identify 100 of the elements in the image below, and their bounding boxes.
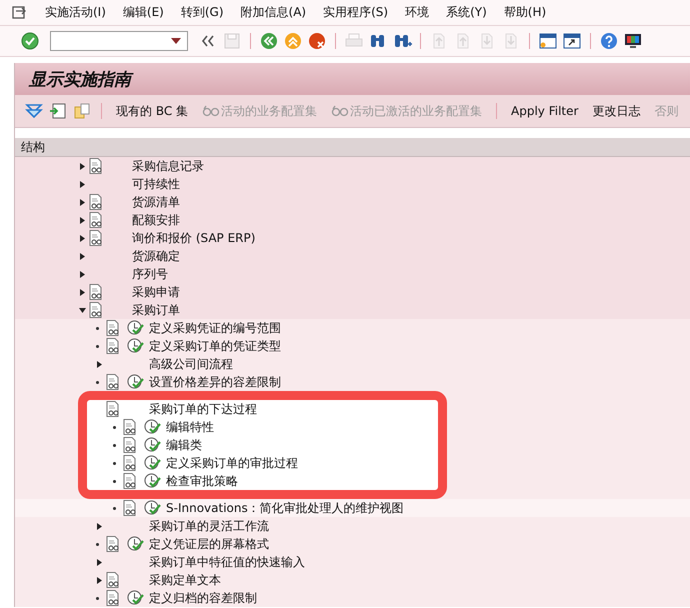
bullet-icon <box>96 542 99 546</box>
collapsed-arrow-icon[interactable] <box>96 558 103 566</box>
tree-item-label[interactable]: 编辑特性 <box>166 418 214 436</box>
menu-item[interactable]: 编辑(E) <box>122 4 164 21</box>
tree-item-label[interactable]: 询价和报价 (SAP ERP) <box>132 230 256 246</box>
document-glasses-icon[interactable] <box>123 437 137 453</box>
bullet-icon <box>96 344 99 348</box>
document-glasses-icon[interactable] <box>89 284 103 300</box>
clock-check-icon[interactable] <box>127 374 145 390</box>
collapsed-arrow-icon[interactable] <box>79 162 86 170</box>
clock-check-icon[interactable] <box>144 455 162 471</box>
document-glasses-icon[interactable] <box>106 572 120 588</box>
checkmark-icon[interactable] <box>20 31 40 51</box>
document-glasses-icon[interactable] <box>123 419 137 435</box>
clock-check-icon[interactable] <box>144 473 162 489</box>
collapsed-arrow-icon[interactable] <box>96 360 103 368</box>
tree-item-label[interactable]: 采购申请 <box>132 284 180 300</box>
document-glasses-icon[interactable] <box>106 320 120 336</box>
tree-item-label[interactable]: 检查审批策略 <box>166 472 238 490</box>
menu-item[interactable]: 转到(G) <box>180 4 224 21</box>
collapsed-arrow-icon[interactable] <box>79 198 86 206</box>
menu-item[interactable]: 帮助(H) <box>504 4 546 21</box>
tree-item-label[interactable]: 采购定单文本 <box>149 572 221 588</box>
toolbar-button[interactable]: 更改日志 <box>588 100 644 122</box>
collapsed-arrow-icon[interactable] <box>79 270 86 278</box>
collapsed-arrow-icon[interactable] <box>79 234 86 242</box>
toolbar-button[interactable]: Apply Filter <box>507 102 582 120</box>
dropdown-icon[interactable] <box>171 38 181 44</box>
monitor-icon[interactable] <box>623 31 643 51</box>
document-glasses-icon[interactable] <box>106 536 120 552</box>
menu-item[interactable]: 环境 <box>405 4 430 21</box>
bullet-icon <box>113 480 116 482</box>
menu-item[interactable]: 系统(Y) <box>446 4 487 21</box>
menu-item[interactable]: 实用程序(S) <box>323 4 388 21</box>
command-field[interactable] <box>50 31 188 51</box>
glasses-icon <box>202 105 220 117</box>
tree-item-label[interactable]: 货源确定 <box>132 248 180 264</box>
menu-item[interactable]: 实施活动(I) <box>45 4 106 21</box>
document-glasses-icon[interactable] <box>123 455 137 471</box>
tree-item-label[interactable]: 可持续性 <box>132 176 180 192</box>
document-glasses-icon[interactable] <box>89 212 103 228</box>
document-glasses-icon[interactable] <box>89 194 103 210</box>
document-glasses-icon[interactable] <box>123 473 137 489</box>
clock-check-icon[interactable] <box>127 590 145 606</box>
cancel-icon[interactable] <box>307 31 327 51</box>
collapsed-arrow-icon[interactable] <box>79 180 86 188</box>
clock-check-icon[interactable] <box>127 320 145 336</box>
collapsed-arrow-icon[interactable] <box>96 522 103 530</box>
tree-item-label[interactable]: 定义采购订单的凭证类型 <box>149 338 281 354</box>
clock-check-icon[interactable] <box>144 437 162 453</box>
glasses-icon <box>331 105 350 117</box>
document-glasses-icon[interactable] <box>89 158 103 174</box>
expanded-arrow-icon[interactable] <box>79 306 86 314</box>
menu-icon[interactable] <box>12 6 28 20</box>
clock-check-icon[interactable] <box>127 338 145 354</box>
collapsed-arrow-icon[interactable] <box>79 252 86 260</box>
document-glasses-icon[interactable] <box>89 302 103 318</box>
screen-title: 显示实施指南 <box>29 68 131 90</box>
tree-item-label[interactable]: 采购信息记录 <box>132 158 204 174</box>
bullet-icon <box>96 596 99 600</box>
document-glasses-icon[interactable] <box>106 590 120 606</box>
tree-item-label[interactable]: 定义采购凭证的编号范围 <box>149 320 281 336</box>
shortcut-icon[interactable] <box>562 31 582 51</box>
tree-item-label[interactable]: 设置价格差异的容差限制 <box>149 374 281 390</box>
bullet-icon <box>96 380 99 384</box>
tree-item-label[interactable]: 编辑类 <box>166 436 202 454</box>
collapsed-arrow-icon[interactable] <box>79 288 86 296</box>
document-glasses-icon[interactable] <box>106 338 120 354</box>
menu-item[interactable]: 附加信息(A) <box>240 4 306 21</box>
toolbar-button[interactable]: 现有的 BC 集 <box>112 100 192 122</box>
bullet-icon <box>113 506 116 510</box>
bullet-icon <box>113 462 116 464</box>
new-window-icon[interactable] <box>538 31 558 51</box>
tree-item-label[interactable]: 定义归档的容差限制 <box>149 590 257 606</box>
clock-check-icon[interactable] <box>144 500 162 516</box>
tree-item-label[interactable]: 采购订单的下达过程 <box>149 400 257 418</box>
paste-icon[interactable] <box>73 102 91 120</box>
tree-item-label[interactable]: 序列号 <box>132 266 168 282</box>
clock-check-icon[interactable] <box>144 419 162 435</box>
collapsed-arrow-icon[interactable] <box>79 216 86 224</box>
expand-all-icon[interactable] <box>25 102 43 120</box>
tree-item-label[interactable]: 定义采购订单的审批过程 <box>166 454 298 472</box>
back-icon[interactable] <box>259 31 279 51</box>
tree-item-label[interactable]: 高级公司间流程 <box>149 356 233 372</box>
bullet-icon <box>113 426 116 428</box>
tree-item-label[interactable]: 采购订单的灵活工作流 <box>149 518 269 534</box>
tree-item-label[interactable]: 采购订单 <box>132 302 180 318</box>
clock-check-icon[interactable] <box>127 536 145 552</box>
column-header: 结构 <box>15 138 690 157</box>
bullet-icon <box>96 326 99 330</box>
collapsed-arrow-icon[interactable] <box>96 576 103 584</box>
tree-item-label[interactable]: 货源清单 <box>132 194 180 210</box>
document-glasses-icon[interactable] <box>123 500 137 516</box>
document-glasses-icon[interactable] <box>106 401 120 417</box>
help-icon[interactable] <box>599 31 619 51</box>
tree-item-label[interactable]: 定义凭证层的屏幕格式 <box>149 536 269 552</box>
document-glasses-icon[interactable] <box>89 230 103 246</box>
tree-item-label[interactable]: 配额安排 <box>132 212 180 228</box>
import-icon[interactable] <box>49 102 67 120</box>
document-glasses-icon[interactable] <box>106 374 120 390</box>
